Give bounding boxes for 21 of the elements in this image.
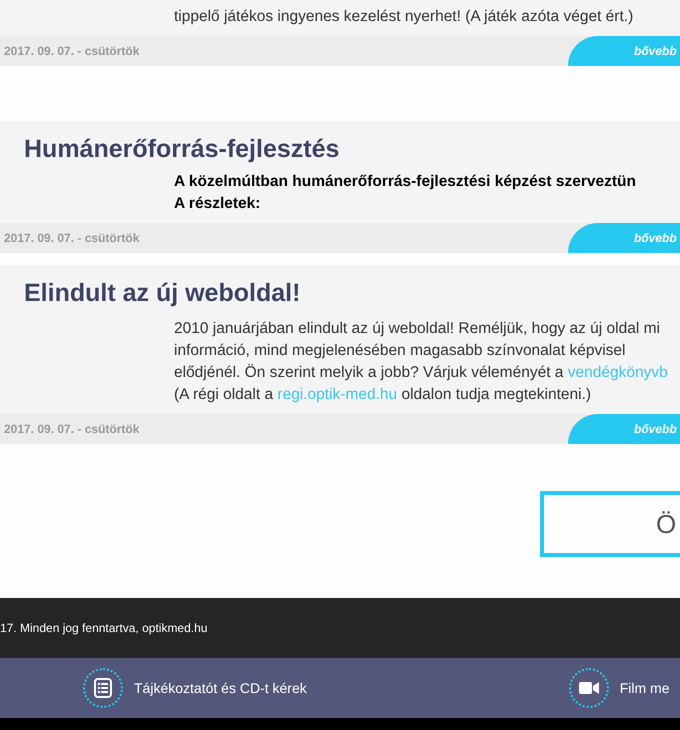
- list-icon: [83, 668, 123, 708]
- more-button[interactable]: bővebb: [568, 414, 680, 444]
- more-button[interactable]: bővebb: [568, 222, 680, 252]
- copyright-text: 17. Minden jog fenntartva, optikmed.hu: [0, 620, 208, 637]
- news-text: 2010 januárjában elindult az új weboldal! Reméljük, hogy az új oldal mi információ, mind megjelenésében magasabb színvonalat képvisel elődjénél. Ön szerint melyik a jobb? Várjuk véleményét a vendégkönyvb (A régi oldalt a regi.optik-med.hu oldalon tudja megtekinteni.): [173, 319, 669, 405]
- action-label: Tájkékoztatót és CD-t kérek: [134, 678, 307, 698]
- action-link[interactable]: Tájkékoztatót és CD-t kérek: [83, 668, 307, 708]
- more-button[interactable]: bővebb: [568, 36, 680, 66]
- news-title: Humánerőforrás-fejlesztés: [23, 134, 340, 165]
- news-text: tippelő játékos ingyenes kezelést nyerhet! (A játék azóta véget ért.): [173, 7, 634, 27]
- news-text: A közelmúltban humánerőforrás-fejlesztési képzést szerveztün A részletek:: [173, 172, 637, 214]
- news-date: 2017. 09. 07. - csütörtök: [3, 43, 140, 60]
- action-link[interactable]: Film me: [568, 668, 670, 708]
- video-camera-icon: [568, 668, 609, 708]
- outline-button[interactable]: Ö: [540, 491, 680, 557]
- news-date: 2017. 09. 07. - csütörtök: [3, 421, 140, 438]
- action-label: Film me: [620, 678, 670, 698]
- news-date: 2017. 09. 07. - csütörtök: [3, 230, 140, 246]
- text-link[interactable]: vendégkönyvb: [568, 364, 668, 381]
- text-link[interactable]: regi.optik-med.hu: [277, 386, 398, 403]
- news-title: Elindult az új weboldal!: [23, 278, 302, 308]
